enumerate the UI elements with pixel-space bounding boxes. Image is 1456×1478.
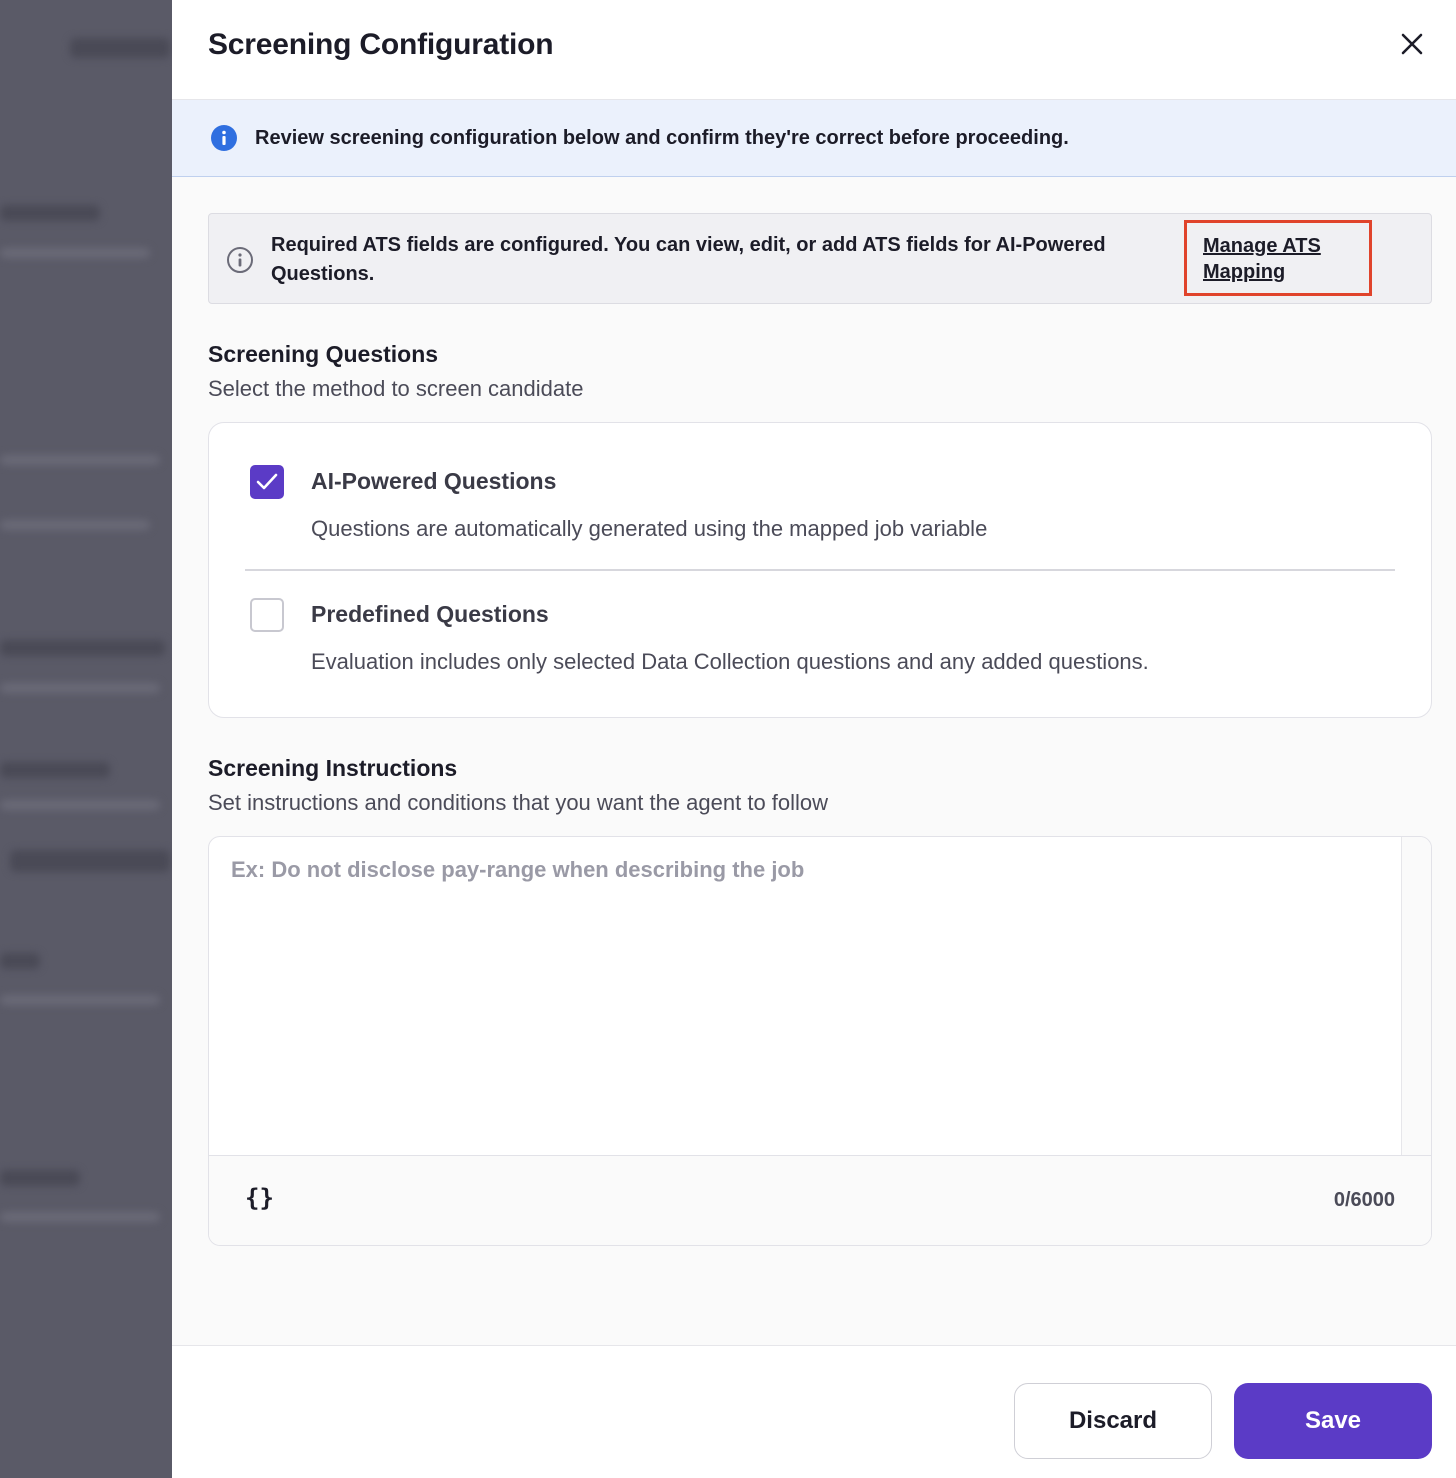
background-blur — [0, 205, 100, 221]
background-blur — [0, 520, 150, 530]
option-description: Questions are automatically generated us… — [311, 516, 988, 541]
screening-instructions-subtitle: Set instructions and conditions that you… — [208, 790, 829, 815]
option-title: AI-Powered Questions — [311, 468, 557, 494]
drawer-header: Screening Configuration — [172, 0, 1456, 100]
background-blur — [0, 953, 40, 969]
info-filled-icon — [211, 125, 237, 151]
background-blur — [0, 640, 165, 656]
instructions-textarea[interactable] — [209, 837, 1403, 1155]
option-description: Evaluation includes only selected Data C… — [311, 649, 1149, 674]
background-blur — [0, 1170, 80, 1186]
drawer-content: Required ATS fields are configured. You … — [208, 213, 1432, 1246]
ats-fields-notice: Required ATS fields are configured. You … — [208, 213, 1432, 304]
background-blur — [0, 248, 150, 258]
character-counter: 0/6000 — [1333, 1189, 1395, 1211]
background-blur — [70, 38, 170, 58]
drawer-title: Screening Configuration — [208, 28, 554, 61]
background-page — [0, 0, 172, 1478]
drawer-footer: Discard Save — [172, 1345, 1456, 1478]
screening-questions-title: Screening Questions — [208, 341, 439, 367]
close-icon — [1401, 33, 1423, 55]
save-button[interactable]: Save — [1234, 1383, 1432, 1459]
textarea-scrollbar[interactable] — [1401, 837, 1431, 1155]
predefined-checkbox[interactable] — [250, 598, 284, 632]
editor-footer: {} 0/6000 — [209, 1155, 1431, 1245]
option-title: Predefined Questions — [311, 601, 549, 627]
close-button[interactable] — [1394, 26, 1430, 62]
ats-notice-text: Required ATS fields are configured. You … — [271, 234, 1106, 285]
instructions-editor: {} 0/6000 — [208, 836, 1432, 1246]
insert-variable-icon[interactable]: {} — [245, 1184, 274, 1212]
ai-powered-checkbox[interactable] — [250, 465, 284, 499]
background-blur — [0, 455, 160, 465]
options-divider — [245, 569, 1395, 571]
background-blur — [0, 762, 110, 778]
manage-ats-mapping-link[interactable]: Manage ATS Mapping — [1203, 233, 1353, 285]
info-outline-icon — [227, 247, 253, 273]
background-blur — [0, 995, 160, 1005]
screening-configuration-drawer: Screening Configuration Review screening… — [172, 0, 1456, 1478]
info-banner: Review screening configuration below and… — [172, 100, 1456, 177]
screening-instructions-header: Screening Instructions Set instructions … — [208, 755, 828, 816]
background-blur — [10, 850, 170, 872]
background-blur — [0, 1212, 160, 1222]
ats-link-highlight: Manage ATS Mapping — [1184, 220, 1372, 296]
screening-instructions-title: Screening Instructions — [208, 755, 458, 781]
screening-method-card: AI-Powered Questions Questions are autom… — [208, 422, 1432, 718]
background-blur — [0, 683, 160, 693]
discard-button[interactable]: Discard — [1014, 1383, 1212, 1459]
checkmark-icon — [256, 473, 278, 490]
info-banner-text: Review screening configuration below and… — [255, 126, 1069, 149]
screening-questions-subtitle: Select the method to screen candidate — [208, 376, 584, 401]
background-blur — [0, 800, 160, 810]
screening-questions-header: Screening Questions Select the method to… — [208, 341, 583, 402]
